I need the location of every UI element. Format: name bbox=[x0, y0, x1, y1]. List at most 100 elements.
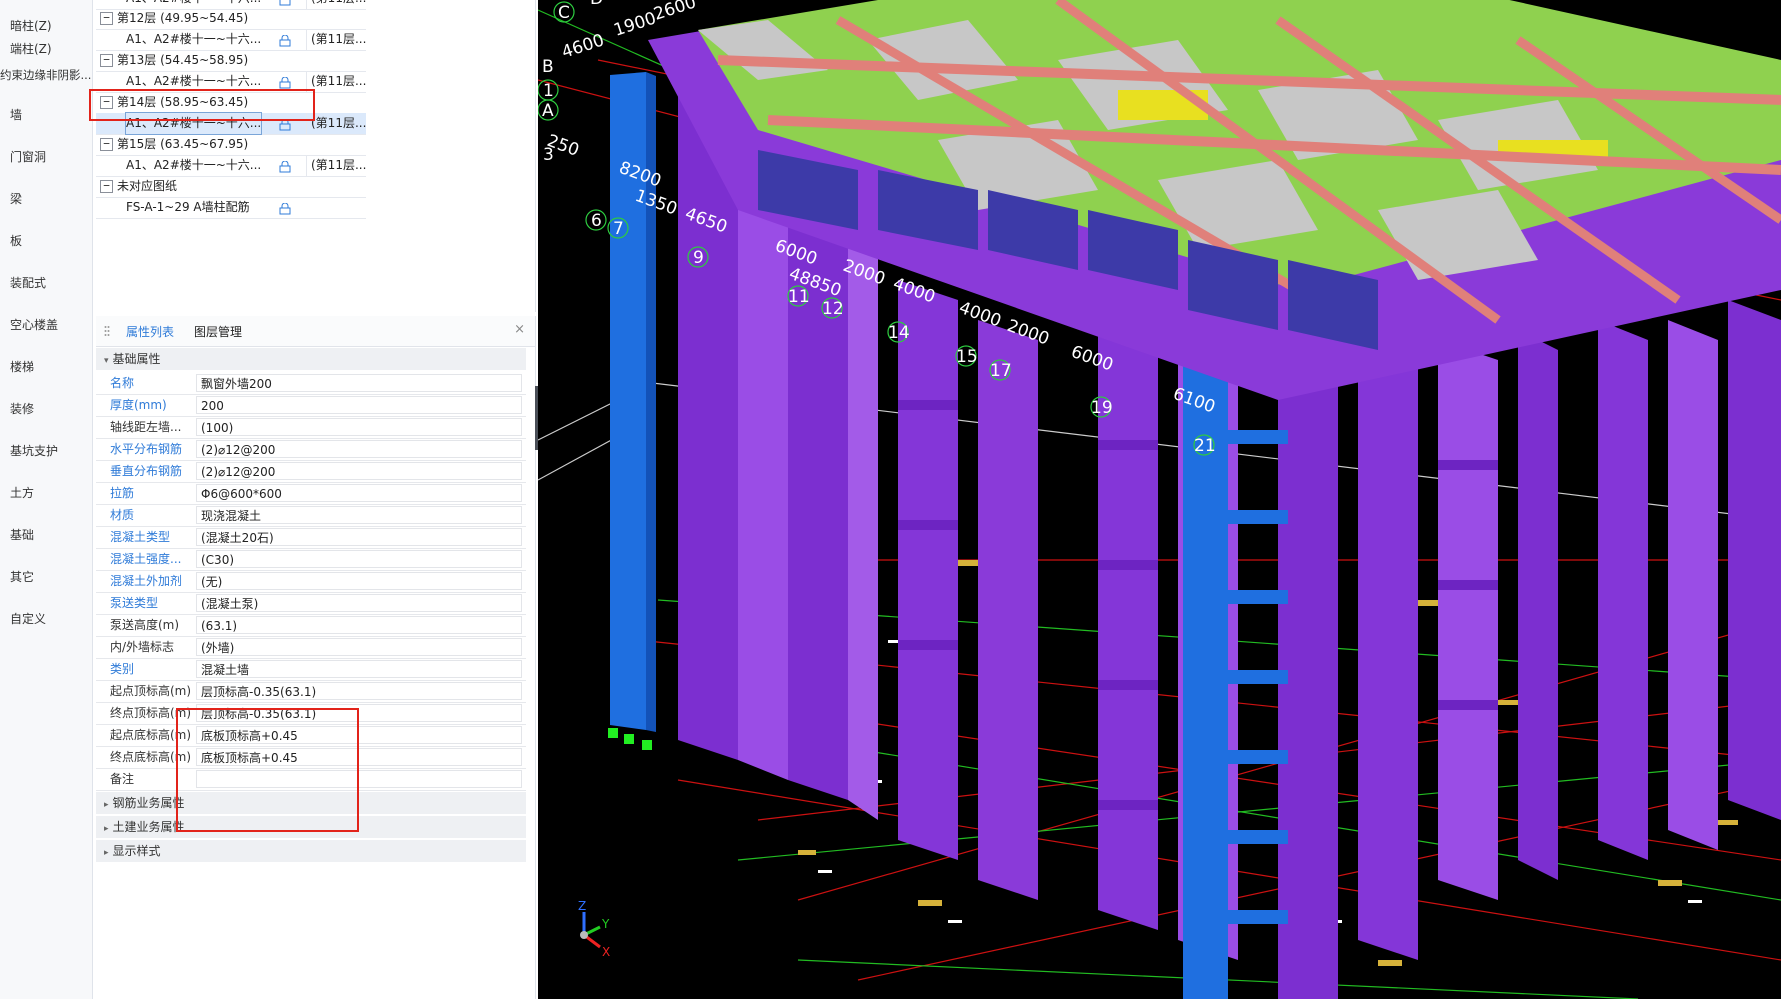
prop-value-field[interactable]: (100) bbox=[196, 418, 522, 436]
drawing-tree-panel: A1、A2#楼十一~十六... (第11层... − 第12层 (49.95~5… bbox=[89, 0, 536, 312]
sidebar-item-prefab[interactable]: 装配式 bbox=[0, 272, 102, 294]
prop-row-end-top-elev: 终点顶标高(m) 层顶标高-0.35(63.1) bbox=[96, 702, 526, 725]
prop-value-field[interactable]: 底板顶标高+0.45 bbox=[196, 726, 522, 744]
tab-layer-management[interactable]: 图层管理 bbox=[194, 323, 242, 340]
tree-row-drawing-selected[interactable]: A1、A2#楼十一~十六... (第11层... bbox=[96, 112, 366, 135]
axis-label-14: 14 bbox=[888, 323, 910, 343]
prop-row-vertical-rebar: 垂直分布钢筋 (2)⌀12@200 bbox=[96, 460, 526, 483]
section-basic-properties[interactable]: ▾ 基础属性 bbox=[96, 348, 526, 370]
tree-row-drawing[interactable]: A1、A2#楼十一~十六... (第11层... bbox=[96, 29, 366, 51]
triad-y-label: Y bbox=[601, 917, 610, 931]
lock-icon[interactable] bbox=[279, 75, 291, 89]
sidebar-item-hollow-floor[interactable]: 空心楼盖 bbox=[0, 314, 102, 336]
prop-value-field[interactable]: Φ6@600*600 bbox=[196, 484, 522, 502]
sidebar-item-decoration[interactable]: 装修 bbox=[0, 398, 102, 420]
collapse-icon[interactable]: − bbox=[100, 138, 113, 151]
lock-icon[interactable] bbox=[279, 117, 291, 131]
property-panel: 属性列表 图层管理 × ▾ 基础属性 名称 飘窗外墙200 厚度(mm) 200 轴线… bbox=[96, 316, 536, 999]
sidebar-item-other[interactable]: 其它 bbox=[0, 566, 102, 588]
lock-icon[interactable] bbox=[279, 33, 291, 47]
tree-row-unmatched[interactable]: − 未对应图纸 bbox=[96, 176, 366, 198]
prop-value-field[interactable]: (无) bbox=[196, 572, 522, 590]
prop-row-concrete-type: 混凝土类型 (混凝土20石) bbox=[96, 526, 526, 549]
lock-icon[interactable] bbox=[279, 159, 291, 173]
prop-row-remark: 备注 bbox=[96, 768, 526, 791]
lock-icon[interactable] bbox=[279, 0, 291, 6]
prop-value-field[interactable]: (C30) bbox=[196, 550, 522, 568]
prop-row-material: 材质 现浇混凝土 bbox=[96, 504, 526, 527]
section-display-style[interactable]: ▸ 显示样式 bbox=[96, 840, 526, 862]
prop-value-field[interactable]: (外墙) bbox=[196, 638, 522, 656]
axis-label-11: 11 bbox=[788, 287, 810, 307]
sidebar-item-excavation-support[interactable]: 基坑支护 bbox=[0, 440, 102, 462]
prop-value-field[interactable]: 层顶标高-0.35(63.1) bbox=[196, 704, 522, 722]
prop-row-inner-outer: 内/外墙标志 (外墙) bbox=[96, 636, 526, 659]
prop-row-pump-height: 泵送高度(m) (63.1) bbox=[96, 614, 526, 637]
prop-row-end-bottom-elev: 终点底标高(m) 底板顶标高+0.45 bbox=[96, 746, 526, 769]
axis-label-3: 3 bbox=[543, 145, 554, 165]
tree-row-drawing[interactable]: FS-A-1~29 A墙柱配筋 bbox=[96, 197, 366, 219]
sidebar-item-edge-member[interactable]: 约束边缘非阴影... bbox=[0, 64, 92, 86]
prop-row-start-bottom-elev: 起点底标高(m) 底板顶标高+0.45 bbox=[96, 724, 526, 747]
caret-down-icon: ▾ bbox=[104, 356, 109, 366]
sidebar-item-slab[interactable]: 板 bbox=[0, 230, 102, 252]
collapse-icon[interactable]: − bbox=[100, 96, 113, 109]
axis-label-12: 12 bbox=[822, 299, 844, 319]
tree-row-drawing[interactable]: A1、A2#楼十一~十六... (第11层... bbox=[96, 155, 366, 177]
prop-row-tie-bar: 拉筋 Φ6@600*600 bbox=[96, 482, 526, 505]
prop-value-field[interactable]: (63.1) bbox=[196, 616, 522, 634]
axis-label-d: D bbox=[590, 0, 603, 9]
tree-row-floor-15[interactable]: − 第15层 (63.45~67.95) bbox=[96, 134, 366, 156]
prop-value-field[interactable]: 混凝土墙 bbox=[196, 660, 522, 678]
section-rebar-business[interactable]: ▸ 钢筋业务属性 bbox=[96, 792, 526, 814]
sidebar-item-end-column[interactable]: 端柱(Z) bbox=[0, 38, 102, 60]
property-tabs: 属性列表 图层管理 × bbox=[96, 316, 535, 347]
section-civil-business[interactable]: ▸ 土建业务属性 bbox=[96, 816, 526, 838]
axis-label-1: 1 bbox=[543, 81, 554, 101]
prop-value-field[interactable]: (混凝土20石) bbox=[196, 528, 522, 546]
prop-row-axis-offset: 轴线距左墙... (100) bbox=[96, 416, 526, 439]
axis-dim-1900: 1900 bbox=[611, 8, 658, 40]
prop-value-field[interactable]: 现浇混凝土 bbox=[196, 506, 522, 524]
sidebar-item-door-window[interactable]: 门窗洞 bbox=[0, 146, 102, 168]
collapse-icon[interactable]: − bbox=[100, 12, 113, 25]
tab-property-list[interactable]: 属性列表 bbox=[126, 323, 174, 340]
axis-label-21: 21 bbox=[1194, 436, 1216, 456]
collapse-icon[interactable]: − bbox=[100, 54, 113, 67]
prop-value-field[interactable]: 底板顶标高+0.45 bbox=[196, 748, 522, 766]
caret-right-icon: ▸ bbox=[104, 824, 109, 834]
drag-handle-icon[interactable] bbox=[104, 325, 110, 337]
prop-value-field[interactable]: (2)⌀12@200 bbox=[196, 440, 522, 458]
axis-label-6: 6 bbox=[591, 211, 602, 231]
prop-value-field[interactable]: 层顶标高-0.35(63.1) bbox=[196, 682, 522, 700]
axis-label-17: 17 bbox=[990, 361, 1012, 381]
tree-row-floor-14[interactable]: − 第14层 (58.95~63.45) bbox=[96, 92, 366, 114]
axis-label-9: 9 bbox=[693, 248, 704, 268]
sidebar-item-beam[interactable]: 梁 bbox=[0, 188, 102, 210]
prop-value-field[interactable] bbox=[196, 770, 522, 788]
caret-right-icon: ▸ bbox=[104, 800, 109, 810]
prop-value-field[interactable]: 200 bbox=[196, 396, 522, 414]
sidebar-item-earthwork[interactable]: 土方 bbox=[0, 482, 102, 504]
triad-x-label: X bbox=[602, 945, 610, 959]
sidebar-item-stairs[interactable]: 楼梯 bbox=[0, 356, 102, 378]
sidebar-item-custom[interactable]: 自定义 bbox=[0, 608, 102, 630]
sidebar-item-wall[interactable]: 墙 bbox=[0, 104, 102, 126]
coordinate-triad-icon: Z Y X bbox=[578, 899, 610, 959]
tree-row-floor-13[interactable]: − 第13层 (54.45~58.95) bbox=[96, 50, 366, 72]
axis-label-19: 19 bbox=[1091, 398, 1113, 418]
tree-row-floor-12[interactable]: − 第12层 (49.95~54.45) bbox=[96, 8, 366, 30]
lock-icon[interactable] bbox=[279, 201, 291, 215]
tree-row-drawing[interactable]: A1、A2#楼十一~十六... (第11层... bbox=[96, 71, 366, 93]
prop-value-field[interactable]: (2)⌀12@200 bbox=[196, 462, 522, 480]
prop-value-field[interactable]: (混凝土泵) bbox=[196, 594, 522, 612]
triad-z-label: Z bbox=[578, 899, 586, 913]
prop-value-field[interactable]: 飘窗外墙200 bbox=[196, 374, 522, 392]
3d-viewport[interactable]: C D B 4600 1900 2600 1 A 250 3 8200 6 7 … bbox=[538, 0, 1781, 999]
collapse-icon[interactable]: − bbox=[100, 180, 113, 193]
sidebar-item-foundation[interactable]: 基础 bbox=[0, 524, 102, 546]
close-icon[interactable]: × bbox=[514, 322, 525, 337]
sidebar-item-hidden-column[interactable]: 暗柱(Z) bbox=[0, 15, 102, 37]
prop-row-name: 名称 飘窗外墙200 bbox=[96, 372, 526, 395]
axis-dim-4600: 4600 bbox=[559, 30, 606, 62]
